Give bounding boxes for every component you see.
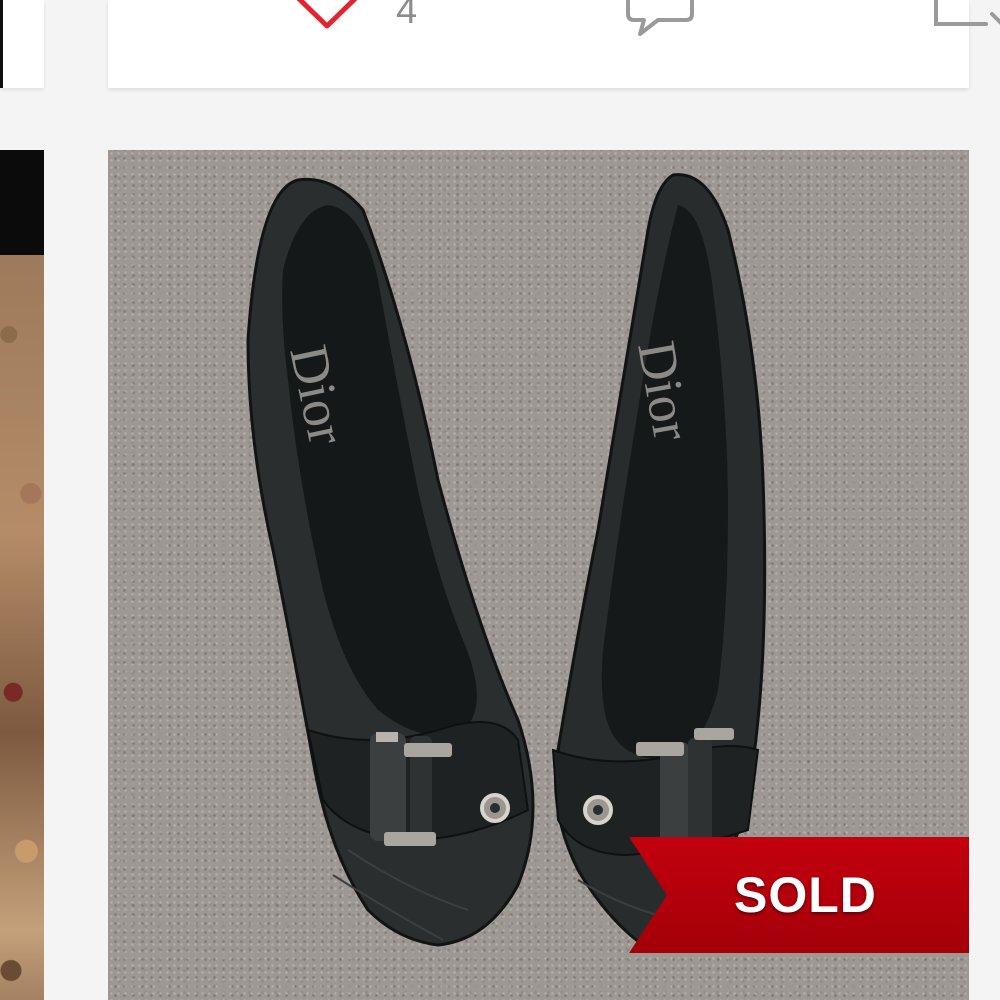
neighbor-photo-content bbox=[0, 255, 44, 1000]
neighbor-card-edge bbox=[0, 0, 3, 88]
comment-icon[interactable] bbox=[624, 0, 696, 38]
listing-action-bar: 4 bbox=[108, 0, 1000, 88]
neighbor-card-actions bbox=[0, 0, 44, 88]
heart-icon[interactable] bbox=[286, 0, 368, 38]
like-count: 4 bbox=[396, 0, 418, 32]
share-icon[interactable] bbox=[930, 0, 1000, 34]
sold-badge-label: SOLD bbox=[734, 867, 877, 923]
left-shoe: Dior bbox=[246, 177, 535, 947]
sold-badge: SOLD bbox=[629, 837, 969, 953]
neighbor-listing-photo[interactable] bbox=[0, 150, 44, 1000]
right-shoe: Dior bbox=[551, 173, 767, 950]
